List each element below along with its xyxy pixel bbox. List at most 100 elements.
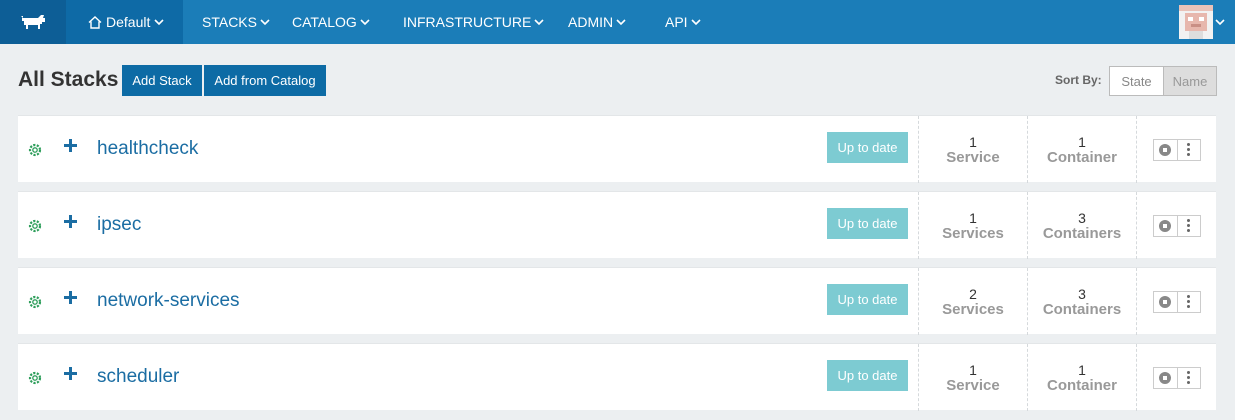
- top-nav: Default STACKS CATALOG INFRASTRUCTURE AD…: [0, 0, 1235, 44]
- chevron-down-icon: [360, 19, 370, 26]
- services-label: Service: [946, 376, 1000, 394]
- row-actions: [1136, 344, 1216, 411]
- nav-api[interactable]: API: [665, 0, 701, 44]
- nav-catalog[interactable]: CATALOG: [292, 0, 370, 44]
- sort-name-button[interactable]: Name: [1163, 67, 1216, 95]
- stop-icon: [1159, 143, 1171, 156]
- kebab-menu-icon: [1187, 371, 1190, 384]
- stop-icon: [1159, 219, 1171, 232]
- containers-number: 3: [1078, 285, 1086, 302]
- nav-admin[interactable]: ADMIN: [568, 0, 626, 44]
- services-number: 1: [969, 133, 977, 150]
- row-actions: [1136, 192, 1216, 259]
- containers-number: 3: [1078, 209, 1086, 226]
- stack-name-link[interactable]: healthcheck: [97, 138, 198, 160]
- health-gear-icon: [28, 219, 42, 233]
- containers-number: 1: [1078, 133, 1086, 150]
- stack-row: scheduler Up to date 1 Service 1 Contain…: [18, 343, 1216, 411]
- services-label: Service: [946, 148, 1000, 166]
- stop-icon: [1159, 295, 1171, 308]
- environment-switcher[interactable]: Default: [66, 0, 183, 44]
- stop-icon: [1159, 371, 1171, 384]
- expand-plus-icon[interactable]: [64, 139, 78, 153]
- rancher-logo[interactable]: [0, 0, 66, 44]
- cow-logo-icon: [21, 15, 45, 29]
- sort-toggle: State Name: [1109, 66, 1217, 96]
- home-icon: [88, 15, 102, 29]
- user-avatar-icon: [1179, 5, 1213, 39]
- sort-by-label: Sort By:: [1055, 73, 1102, 87]
- chevron-down-icon: [154, 19, 164, 26]
- more-actions-button[interactable]: [1176, 291, 1200, 312]
- containers-count: 1 Container: [1027, 116, 1136, 183]
- stack-row: ipsec Up to date 1 Services 3 Containers: [18, 191, 1216, 259]
- more-actions-button[interactable]: [1176, 215, 1200, 236]
- containers-label: Container: [1046, 148, 1117, 166]
- chevron-down-icon: [691, 19, 701, 26]
- containers-label: Container: [1046, 376, 1117, 394]
- kebab-menu-icon: [1187, 219, 1190, 232]
- stack-name-link[interactable]: scheduler: [97, 366, 179, 388]
- nav-catalog-label: CATALOG: [292, 14, 357, 30]
- chevron-down-icon: [534, 19, 544, 26]
- row-actions: [1136, 268, 1216, 335]
- containers-number: 1: [1078, 361, 1086, 378]
- more-actions-button[interactable]: [1176, 139, 1200, 160]
- chevron-down-icon: [616, 19, 626, 26]
- services-label: Services: [942, 224, 1004, 242]
- nav-stacks-label: STACKS: [202, 14, 257, 30]
- page-title: All Stacks: [18, 68, 119, 91]
- status-badge: Up to date: [827, 360, 908, 391]
- avatar: [1179, 5, 1213, 39]
- nav-admin-label: ADMIN: [568, 14, 614, 30]
- services-count: 1 Service: [918, 116, 1027, 183]
- nav-api-label: API: [665, 14, 688, 30]
- kebab-menu-icon: [1187, 295, 1190, 308]
- kebab-menu-icon: [1187, 143, 1190, 156]
- services-count: 1 Service: [918, 344, 1027, 411]
- stop-button[interactable]: [1153, 139, 1177, 160]
- nav-infrastructure-label: INFRASTRUCTURE: [403, 14, 532, 30]
- status-badge: Up to date: [827, 208, 908, 239]
- action-button-group: [1152, 138, 1201, 161]
- services-number: 1: [969, 361, 977, 378]
- stop-button[interactable]: [1153, 291, 1177, 312]
- user-menu[interactable]: [1179, 4, 1225, 40]
- stack-name-link[interactable]: network-services: [97, 290, 240, 312]
- expand-plus-icon[interactable]: [64, 215, 78, 229]
- row-actions: [1136, 116, 1216, 183]
- stop-button[interactable]: [1153, 215, 1177, 236]
- services-number: 1: [969, 209, 977, 226]
- health-gear-icon: [28, 295, 42, 309]
- expand-plus-icon[interactable]: [64, 291, 78, 305]
- status-badge: Up to date: [827, 284, 908, 315]
- more-actions-button[interactable]: [1176, 367, 1200, 388]
- containers-count: 3 Containers: [1027, 268, 1136, 335]
- nav-stacks[interactable]: STACKS: [202, 0, 270, 44]
- status-badge: Up to date: [827, 132, 908, 163]
- action-button-group: [1152, 366, 1201, 389]
- action-button-group: [1152, 214, 1201, 237]
- containers-label: Containers: [1042, 224, 1122, 242]
- stack-row: network-services Up to date 2 Services 3…: [18, 267, 1216, 335]
- add-stack-button[interactable]: Add Stack: [122, 65, 202, 96]
- expand-plus-icon[interactable]: [64, 367, 78, 381]
- add-from-catalog-button[interactable]: Add from Catalog: [204, 65, 326, 96]
- nav-infrastructure[interactable]: INFRASTRUCTURE: [403, 0, 544, 44]
- containers-count: 1 Container: [1027, 344, 1136, 411]
- containers-label: Containers: [1042, 300, 1122, 318]
- sort-state-button[interactable]: State: [1110, 67, 1163, 95]
- environment-label: Default: [106, 14, 151, 30]
- stop-button[interactable]: [1153, 367, 1177, 388]
- stack-row: healthcheck Up to date 1 Service 1 Conta…: [18, 115, 1216, 183]
- services-label: Services: [942, 300, 1004, 318]
- services-count: 2 Services: [918, 268, 1027, 335]
- action-button-group: [1152, 290, 1201, 313]
- health-gear-icon: [28, 143, 42, 157]
- stack-name-link[interactable]: ipsec: [97, 214, 141, 236]
- services-number: 2: [969, 285, 977, 302]
- chevron-down-icon: [260, 19, 270, 26]
- containers-count: 3 Containers: [1027, 192, 1136, 259]
- chevron-down-icon: [1215, 19, 1225, 26]
- health-gear-icon: [28, 371, 42, 385]
